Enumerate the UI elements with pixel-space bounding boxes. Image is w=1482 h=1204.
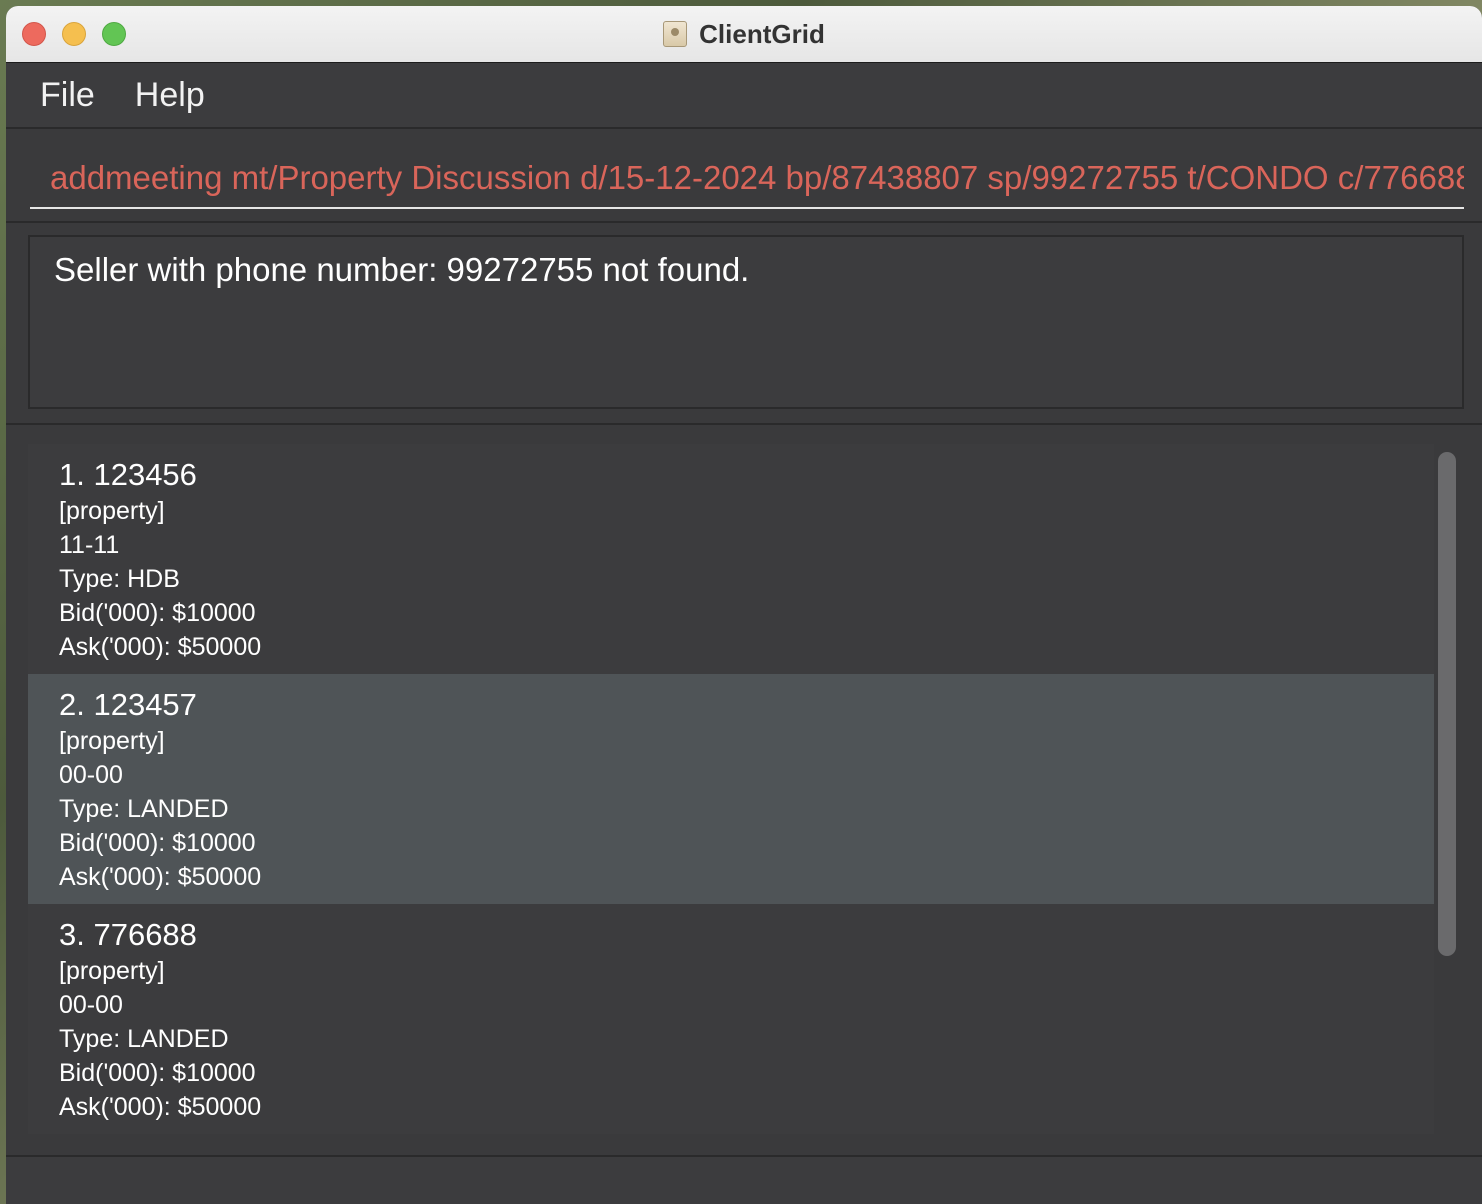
command-input[interactable]: addmeeting mt/Property Discussion d/15-1…: [30, 147, 1464, 209]
window-title: ClientGrid: [699, 18, 825, 49]
listing-card[interactable]: 2. 123457 [property] 00-00 Type: LANDED …: [28, 674, 1434, 904]
listing-card[interactable]: 1. 123456 [property] 11-11 Type: HDB Bid…: [28, 444, 1434, 674]
listing-type: Type: HDB: [59, 565, 180, 593]
listing-ask: Ask('000): $50000: [59, 1093, 262, 1121]
listing-list[interactable]: 1. 123456 [property] 11-11 Type: HDB Bid…: [28, 444, 1434, 1134]
listing-title: 2. 123457: [59, 687, 197, 722]
listing-unit: 00-00: [59, 761, 123, 789]
listing-card[interactable]: 3. 776688 [property] 00-00 Type: LANDED …: [28, 904, 1434, 1134]
listing-tag: [property]: [59, 727, 165, 755]
listing-unit: 00-00: [59, 991, 123, 1019]
listing-title: 1. 123456: [59, 457, 197, 492]
command-box-area: addmeeting mt/Property Discussion d/15-1…: [6, 129, 1482, 223]
title-bar: ClientGrid: [6, 6, 1482, 63]
app-window: ClientGrid File Help addmeeting mt/Prope…: [6, 6, 1482, 1204]
listing-bid: Bid('000): $10000: [59, 599, 256, 627]
list-scrollbar[interactable]: [1438, 452, 1456, 956]
listing-title: 3. 776688: [59, 917, 197, 952]
result-display: Seller with phone number: 99272755 not f…: [28, 235, 1464, 409]
listing-type: Type: LANDED: [59, 1025, 229, 1053]
listing-type: Type: LANDED: [59, 795, 229, 823]
menu-help[interactable]: Help: [135, 76, 205, 115]
window-title-container: ClientGrid: [6, 6, 1482, 62]
listing-panel: 1. 123456 [property] 11-11 Type: HDB Bid…: [6, 425, 1482, 1155]
result-message: Seller with phone number: 99272755 not f…: [54, 251, 750, 288]
listing-tag: [property]: [59, 957, 165, 985]
listing-bid: Bid('000): $10000: [59, 1059, 256, 1087]
address-book-icon: [663, 21, 688, 47]
listing-bid: Bid('000): $10000: [59, 829, 256, 857]
menu-file[interactable]: File: [40, 76, 95, 115]
result-display-area: Seller with phone number: 99272755 not f…: [6, 223, 1482, 425]
status-bar: [6, 1155, 1482, 1204]
listing-ask: Ask('000): $50000: [59, 863, 262, 891]
menu-bar: File Help: [6, 63, 1482, 129]
listing-unit: 11-11: [59, 531, 120, 559]
listing-tag: [property]: [59, 497, 165, 525]
listing-ask: Ask('000): $50000: [59, 633, 262, 661]
